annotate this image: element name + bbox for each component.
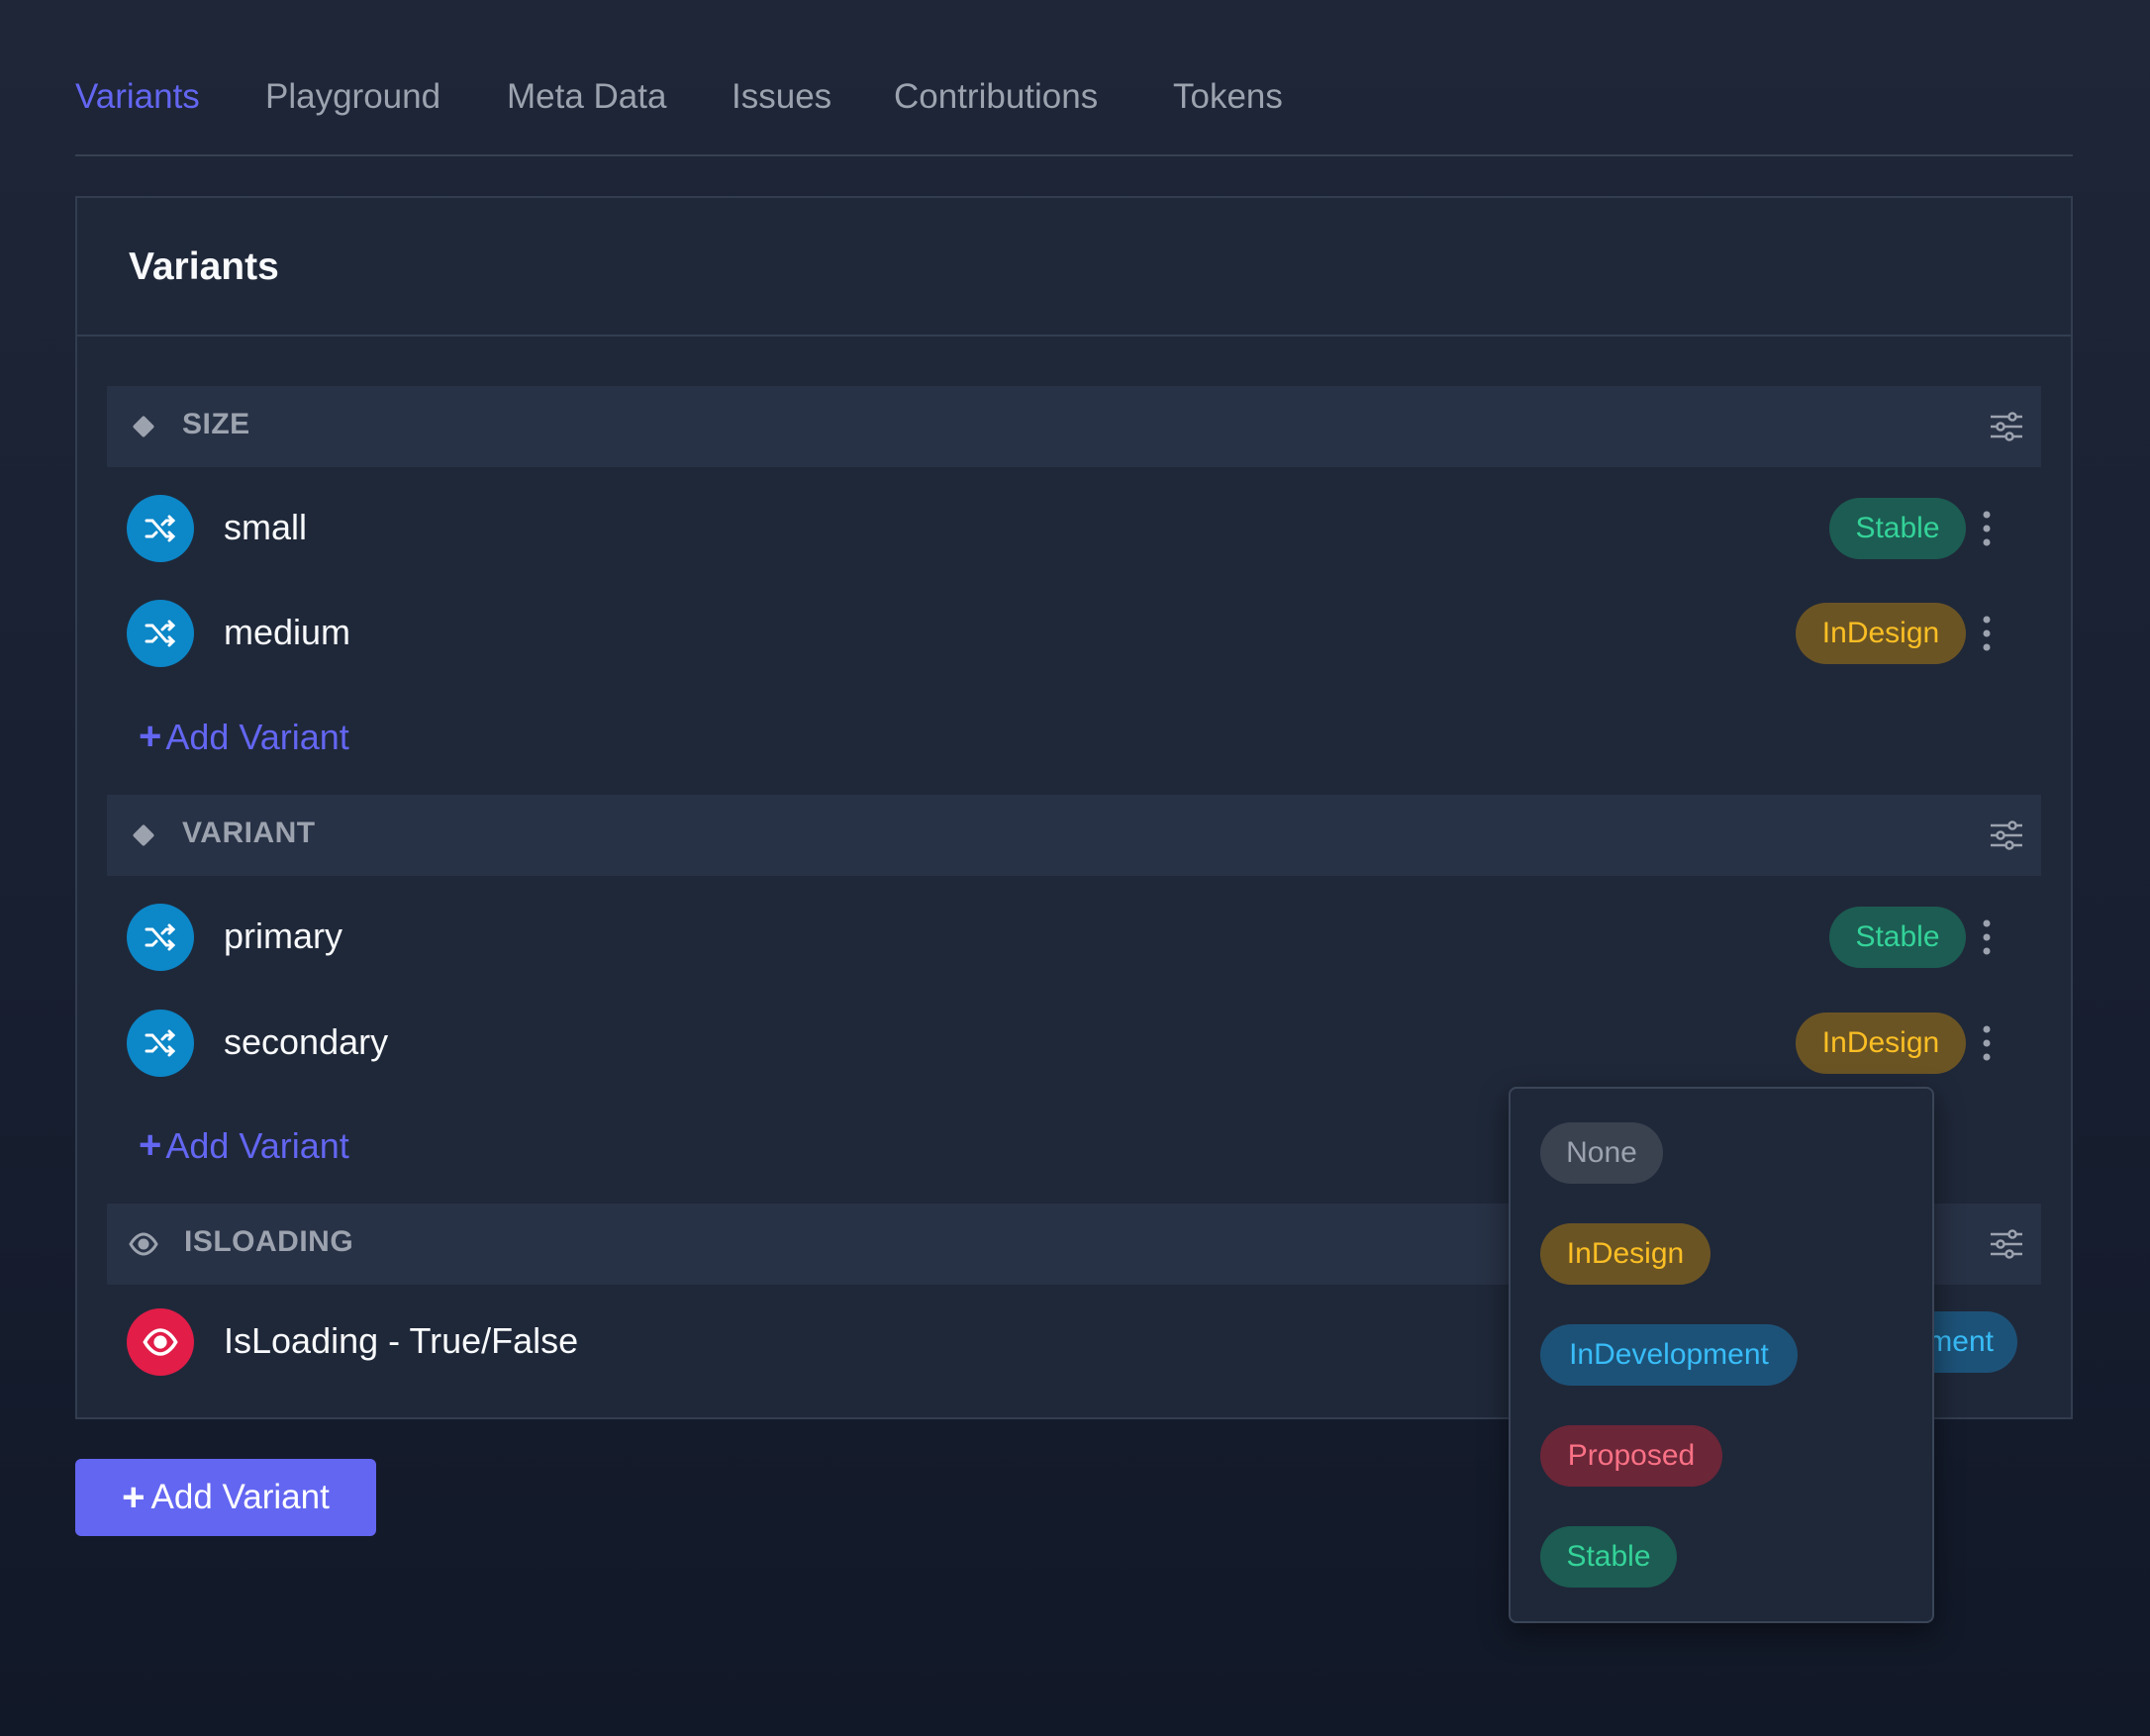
tab-contributions[interactable]: Contributions [894, 77, 1098, 117]
plus-icon: + [122, 1475, 146, 1519]
variant-label: primary [224, 916, 343, 956]
group-label: VARIANT [182, 817, 316, 849]
status-badge[interactable]: InDesign [1796, 603, 1966, 664]
status-option-none[interactable]: None [1540, 1122, 1663, 1184]
group-header-size: SIZE [107, 386, 2041, 467]
status-option-indevelopment[interactable]: InDevelopment [1540, 1324, 1798, 1386]
variant-label: small [224, 507, 308, 547]
add-variant-label: Add Variant [165, 717, 349, 757]
variant-label: IsLoading - True/False [224, 1320, 579, 1361]
status-option-indesign[interactable]: InDesign [1540, 1223, 1710, 1285]
variant-label: secondary [224, 1021, 389, 1062]
more-options-icon[interactable] [1972, 507, 2002, 550]
status-badge[interactable]: Stable [1829, 498, 1966, 559]
group-label: ISLOADING [184, 1225, 354, 1258]
add-variant-link[interactable]: + Add Variant [139, 1123, 349, 1168]
add-variant-label: Add Variant [165, 1125, 349, 1166]
tab-variants[interactable]: Variants [75, 77, 200, 117]
settings-sliders-icon[interactable] [1988, 1225, 2025, 1263]
panel-divider [77, 335, 2071, 337]
status-badge[interactable]: Stable [1829, 907, 1966, 968]
diamond-icon [133, 416, 154, 437]
add-variant-button[interactable]: + Add Variant [75, 1459, 376, 1536]
tab-tokens[interactable]: Tokens [1173, 77, 1283, 117]
more-options-icon[interactable] [1972, 916, 2002, 959]
tab-meta-data[interactable]: Meta Data [507, 77, 666, 117]
variant-row[interactable]: secondary InDesign [107, 1004, 2041, 1083]
panel-title: Variants [129, 245, 279, 288]
shuffle-icon [127, 904, 194, 971]
plus-icon: + [139, 715, 162, 758]
tab-issues[interactable]: Issues [732, 77, 831, 117]
status-dropdown: None InDesign InDevelopment Proposed Sta… [1509, 1087, 1934, 1623]
variant-row[interactable]: small Stable [107, 489, 2041, 568]
shuffle-icon [127, 1010, 194, 1077]
eye-icon [129, 1232, 158, 1256]
variant-row[interactable]: medium InDesign [107, 594, 2041, 673]
settings-sliders-icon[interactable] [1988, 408, 2025, 445]
plus-icon: + [139, 1123, 162, 1167]
group-header-variant: VARIANT [107, 795, 2041, 876]
shuffle-icon [127, 600, 194, 667]
diamond-icon [133, 824, 154, 846]
status-option-stable[interactable]: Stable [1540, 1526, 1677, 1588]
settings-sliders-icon[interactable] [1988, 817, 2025, 854]
status-option-proposed[interactable]: Proposed [1540, 1425, 1722, 1487]
tab-bar: Variants Playground Meta Data Issues Con… [75, 0, 2073, 156]
tab-playground[interactable]: Playground [265, 77, 440, 117]
add-variant-link[interactable]: + Add Variant [139, 715, 349, 759]
more-options-icon[interactable] [1972, 1021, 2002, 1065]
add-variant-button-label: Add Variant [150, 1478, 330, 1516]
status-badge[interactable]: InDesign [1796, 1013, 1966, 1074]
variant-row[interactable]: primary Stable [107, 898, 2041, 977]
eye-icon [127, 1308, 194, 1376]
variant-label: medium [224, 612, 351, 652]
more-options-icon[interactable] [1972, 612, 2002, 655]
shuffle-icon [127, 495, 194, 562]
group-label: SIZE [182, 408, 250, 440]
